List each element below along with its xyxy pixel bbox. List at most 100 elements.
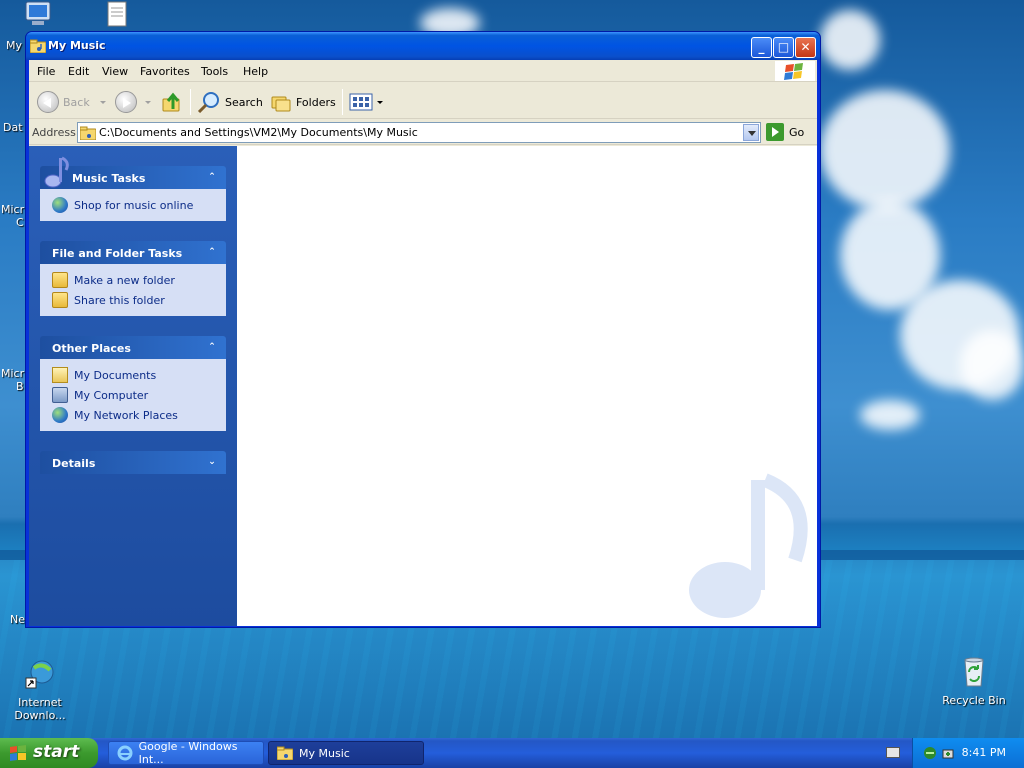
menu-bar: File Edit View Favorites Tools Help (29, 60, 817, 82)
task-label: Share this folder (74, 293, 165, 307)
place-label: My Computer (74, 388, 149, 402)
desktop-label-c[interactable]: C (16, 216, 24, 229)
panel-header[interactable]: File and Folder Tasks ⌃ (40, 241, 226, 264)
internet-explorer-icon (117, 745, 133, 761)
panel-title: Details (52, 457, 96, 470)
menu-file[interactable]: File (37, 65, 55, 78)
music-note-icon (44, 156, 69, 188)
forward-dropdown-icon[interactable] (145, 100, 151, 104)
minimize-button[interactable]: _ (751, 37, 772, 58)
taskbar-item-my-music[interactable]: My Music (268, 741, 424, 765)
clock[interactable]: 8:41 PM (962, 746, 1006, 759)
place-my-documents[interactable]: My Documents (52, 365, 218, 385)
windows-logo (775, 61, 815, 81)
panel-title: Other Places (52, 342, 131, 355)
keyboard-icon[interactable] (886, 747, 900, 758)
toolbar-separator (342, 89, 343, 115)
start-label: start (33, 742, 80, 762)
place-label: My Documents (74, 368, 157, 382)
forward-button[interactable] (115, 90, 151, 114)
panel-header[interactable]: Music Tasks ⌃ (40, 156, 226, 189)
recycle-bin-desktop-icon[interactable]: Recycle Bin (936, 656, 1012, 707)
menu-view[interactable]: View (102, 65, 128, 78)
desktop-label-dat[interactable]: Dat (3, 121, 23, 134)
folder-content-area[interactable] (237, 146, 817, 626)
task-pane: Music Tasks ⌃ Shop for music online File… (29, 146, 237, 626)
address-label: Address (32, 126, 76, 139)
maximize-icon: □ (777, 40, 790, 54)
network-icon[interactable] (923, 746, 937, 760)
menu-tools[interactable]: Tools (201, 65, 228, 78)
panel-body: Shop for music online (40, 189, 226, 221)
toolbar-separator (190, 89, 191, 115)
collapse-chevron-icon[interactable]: ⌃ (206, 246, 218, 258)
forward-arrow-icon (115, 91, 137, 113)
taskbar-item-google-ie[interactable]: Google - Windows Int... (108, 740, 264, 766)
place-label: My Network Places (74, 408, 178, 422)
panel-details: Details ⌄ (40, 451, 226, 474)
maximize-button[interactable]: □ (773, 37, 794, 58)
panel-header[interactable]: Details ⌄ (40, 451, 226, 474)
search-button[interactable]: Search (197, 90, 263, 114)
minimize-icon: _ (758, 40, 765, 54)
desktop-label-my[interactable]: My (6, 39, 22, 52)
folders-button[interactable]: Folders (270, 90, 336, 114)
system-tray: 8:41 PM (912, 738, 1024, 768)
close-icon: ✕ (800, 40, 811, 54)
desktop-label-b[interactable]: B (16, 380, 24, 393)
collapse-chevron-icon[interactable]: ⌃ (206, 341, 218, 353)
views-dropdown-icon (377, 100, 383, 104)
new-folder-icon (52, 272, 68, 288)
task-label: Make a new folder (74, 273, 175, 287)
internet-download-desktop-icon[interactable]: Internet Downlo... (2, 658, 78, 722)
address-value: C:\Documents and Settings\VM2\My Documen… (99, 126, 418, 139)
share-folder-icon (52, 292, 68, 308)
desktop-label-ne[interactable]: Ne (10, 613, 25, 626)
globe-icon (52, 197, 68, 213)
search-label: Search (225, 95, 263, 109)
safely-remove-icon[interactable] (941, 746, 955, 760)
address-folder-icon (80, 126, 96, 140)
panel-header[interactable]: Other Places ⌃ (40, 336, 226, 359)
my-computer-desktop-icon[interactable] (22, 0, 54, 28)
close-button[interactable]: ✕ (795, 37, 816, 58)
back-button[interactable]: Back (37, 90, 106, 114)
download-manager-icon (25, 660, 54, 689)
desktop-label-micr-2[interactable]: Micr (1, 367, 24, 380)
address-dropdown-button[interactable] (743, 124, 759, 141)
back-dropdown-icon[interactable] (99, 100, 106, 104)
up-folder-button[interactable] (161, 90, 183, 114)
title-bar[interactable]: My Music _ □ ✕ (26, 32, 820, 60)
go-label: Go (789, 125, 805, 139)
expand-chevron-icon[interactable]: ⌄ (206, 456, 218, 468)
task-shop-music-online[interactable]: Shop for music online (52, 195, 218, 215)
panel-body: My Documents My Computer My Network Plac… (40, 359, 226, 431)
task-make-new-folder[interactable]: Make a new folder (52, 270, 218, 290)
address-bar: Address C:\Documents and Settings\VM2\My… (29, 120, 817, 145)
menu-edit[interactable]: Edit (68, 65, 89, 78)
desktop-label-micr-1[interactable]: Micr (1, 203, 24, 216)
taskbar: start Google - Windows Int... My Music 8… (0, 738, 1024, 768)
windows-logo-icon (10, 745, 26, 761)
views-button[interactable] (349, 90, 383, 114)
search-icon (197, 92, 219, 113)
menu-help[interactable]: Help (243, 65, 268, 78)
folders-icon (271, 96, 291, 112)
desktop-icon-label: Recycle Bin (942, 694, 1006, 707)
taskbar-item-label: My Music (299, 746, 350, 760)
address-input[interactable]: C:\Documents and Settings\VM2\My Documen… (77, 122, 761, 143)
task-share-folder[interactable]: Share this folder (52, 290, 218, 310)
start-button[interactable]: start (0, 738, 98, 768)
notepad-desktop-icon[interactable] (106, 0, 128, 28)
views-icon (349, 93, 373, 111)
place-my-computer[interactable]: My Computer (52, 385, 218, 405)
menu-favorites[interactable]: Favorites (140, 65, 190, 78)
task-label: Shop for music online (74, 198, 194, 212)
place-my-network-places[interactable]: My Network Places (52, 405, 218, 425)
folders-label: Folders (296, 95, 336, 109)
collapse-chevron-icon[interactable]: ⌃ (206, 171, 218, 183)
windows-flag-icon (784, 63, 803, 80)
go-button[interactable]: Go (766, 123, 804, 141)
window-frame: File Edit View Favorites Tools Help Back (29, 60, 817, 626)
back-arrow-icon (37, 91, 59, 113)
